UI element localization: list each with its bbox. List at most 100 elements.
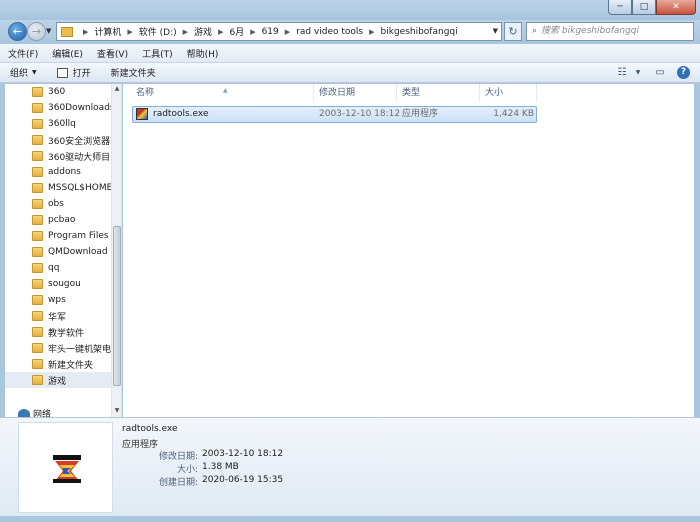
sidebar-item-label: Program Files ( — [48, 231, 115, 241]
address-bar[interactable]: ▶ 计算机 ▶ 软件 (D:) ▶ 游戏 ▶ 6月 ▶ 619 ▶ rad vi… — [56, 22, 502, 41]
search-icon: ⌕ — [532, 26, 538, 36]
scrollbar-thumb[interactable] — [113, 226, 121, 386]
sidebar-item-addons[interactable]: addons — [5, 164, 112, 180]
sidebar-item-rack-software[interactable]: 牢头一键机架电脑 — [5, 340, 120, 356]
chevron-right-icon[interactable]: ▶ — [250, 28, 255, 36]
folder-icon — [32, 135, 43, 145]
search-input[interactable]: ⌕ 搜索 bikgeshibofangqi — [526, 22, 694, 41]
sidebar-item-mssql[interactable]: MSSQL$HOME — [5, 180, 112, 196]
sidebar-item-network[interactable]: 网络 — [18, 407, 51, 417]
sidebar-item-label: 教学软件 — [48, 328, 85, 339]
sidebar-item-360-browser[interactable]: 360安全浏览器下 — [5, 132, 119, 148]
folder-icon — [32, 343, 43, 353]
view-dropdown-icon[interactable]: ▼ — [631, 66, 645, 79]
sidebar-item-label: 360安全浏览器下 — [48, 136, 120, 147]
breadcrumb-june[interactable]: 6月 — [229, 25, 244, 38]
recent-pages-dropdown[interactable]: ▼ — [46, 27, 51, 35]
new-folder-button[interactable]: 新建文件夹 — [111, 66, 156, 79]
sidebar-item-program-files[interactable]: Program Files ( — [5, 228, 115, 244]
breadcrumb-619[interactable]: 619 — [262, 27, 279, 37]
command-bar: 组织 ▼ 打开 新建文件夹 ☷ ▼ ▭ ? — [0, 63, 700, 83]
navigation-pane: 360 360Downloads 360llq 360安全浏览器下 360驱动大… — [5, 84, 122, 417]
help-icon[interactable]: ? — [677, 66, 690, 79]
organize-label: 组织 — [10, 69, 29, 79]
chevron-right-icon[interactable]: ▶ — [83, 28, 88, 36]
sidebar-item-qmdownload[interactable]: QMDownload — [5, 244, 112, 260]
open-icon — [56, 67, 68, 78]
column-size-label: 大小 — [485, 88, 504, 98]
file-row[interactable]: radtools.exe 2003-12-10 18:12 应用程序 1,424… — [132, 106, 537, 123]
folder-icon — [32, 231, 43, 241]
sidebar-item-label: wps — [48, 295, 66, 305]
back-button[interactable]: ← — [8, 22, 27, 41]
minimize-button[interactable]: ─ — [608, 0, 632, 15]
folder-icon — [32, 119, 43, 129]
sidebar-item-teaching-software[interactable]: 教学软件 — [5, 324, 112, 340]
folder-icon — [32, 167, 43, 177]
sidebar-item-pcbao[interactable]: pcbao — [5, 212, 112, 228]
file-name: radtools.exe — [153, 109, 209, 119]
address-dropdown-icon[interactable]: ▼ — [493, 27, 498, 35]
column-header-type[interactable]: 类型 — [397, 84, 480, 102]
close-button[interactable]: ✕ — [656, 0, 696, 15]
column-header-size[interactable]: 大小 — [480, 84, 537, 102]
chevron-right-icon[interactable]: ▶ — [285, 28, 290, 36]
details-modified-label: 修改日期: — [158, 452, 198, 462]
window-bottom-edge — [0, 516, 700, 522]
details-created-label: 创建日期: — [158, 478, 198, 488]
application-icon — [136, 108, 148, 120]
network-icon — [18, 408, 30, 417]
refresh-icon: ↻ — [508, 25, 518, 38]
breadcrumb-rad-video-tools[interactable]: rad video tools — [296, 27, 363, 37]
sidebar-item-label: 360 — [48, 87, 66, 97]
sidebar-item-label: qq — [48, 263, 60, 273]
sidebar-scrollbar[interactable]: ▲ ▼ — [111, 84, 121, 417]
sidebar-item-label: 360驱动大师目录 — [48, 152, 120, 163]
column-header-modified[interactable]: 修改日期 — [314, 84, 397, 102]
folder-icon — [32, 199, 43, 209]
toolbar-right-group: ☷ ▼ ▭ ? — [607, 66, 690, 79]
breadcrumb-current-folder[interactable]: bikgeshibofangqi — [381, 27, 458, 37]
sidebar-item-obs[interactable]: obs — [5, 196, 112, 212]
sidebar-item-wps[interactable]: wps — [5, 292, 112, 308]
menu-file[interactable]: 文件(F) — [8, 47, 38, 60]
forward-button[interactable]: → — [27, 22, 46, 41]
window-controls: ─ □ ✕ — [608, 0, 696, 16]
column-header-name[interactable]: ▲ 名称 — [131, 84, 314, 102]
preview-pane-icon[interactable]: ▭ — [653, 66, 667, 79]
scroll-down-icon[interactable]: ▼ — [112, 407, 121, 414]
sidebar-item-qq[interactable]: qq — [5, 260, 112, 276]
sidebar-item-label: 网络 — [33, 410, 52, 417]
view-options-icon[interactable]: ☷ — [615, 66, 629, 79]
scroll-up-icon[interactable]: ▲ — [112, 85, 121, 92]
open-button[interactable]: 打开 — [56, 66, 91, 79]
breadcrumb-computer[interactable]: 计算机 — [94, 25, 121, 38]
breadcrumb-games[interactable]: 游戏 — [194, 25, 212, 38]
sidebar-item-games[interactable]: 游戏 — [5, 372, 112, 388]
sidebar-item-huajun[interactable]: 华军 — [5, 308, 112, 324]
chevron-right-icon[interactable]: ▶ — [218, 28, 223, 36]
details-created-value: 2020-06-19 15:35 — [202, 475, 284, 485]
chevron-right-icon[interactable]: ▶ — [127, 28, 132, 36]
sidebar-item-sougou[interactable]: sougou — [5, 276, 112, 292]
chevron-right-icon[interactable]: ▶ — [369, 28, 374, 36]
sidebar-item-new-folder[interactable]: 新建文件夹 — [5, 356, 112, 372]
sidebar-item-360[interactable]: 360 — [5, 84, 112, 100]
breadcrumb-drive[interactable]: 软件 (D:) — [139, 25, 177, 38]
sidebar-item-360-driver[interactable]: 360驱动大师目录 — [5, 148, 119, 164]
menu-view[interactable]: 查看(V) — [97, 47, 128, 60]
menu-tools[interactable]: 工具(T) — [142, 47, 173, 60]
file-size: 1,424 KB — [493, 109, 534, 119]
maximize-button[interactable]: □ — [632, 0, 656, 15]
details-size-value: 1.38 MB — [202, 462, 239, 472]
chevron-right-icon[interactable]: ▶ — [183, 28, 188, 36]
menu-help[interactable]: 帮助(H) — [187, 47, 219, 60]
sidebar-item-360llq[interactable]: 360llq — [5, 116, 112, 132]
bink-video-logo — [53, 455, 81, 483]
menu-edit[interactable]: 编辑(E) — [52, 47, 83, 60]
sidebar-item-360downloads[interactable]: 360Downloads — [5, 100, 115, 116]
sidebar-item-label: 牢头一键机架电脑 — [48, 344, 121, 355]
refresh-button[interactable]: ↻ — [504, 22, 522, 41]
organize-button[interactable]: 组织 ▼ — [10, 66, 37, 79]
file-modified: 2003-12-10 18:12 — [319, 109, 401, 119]
